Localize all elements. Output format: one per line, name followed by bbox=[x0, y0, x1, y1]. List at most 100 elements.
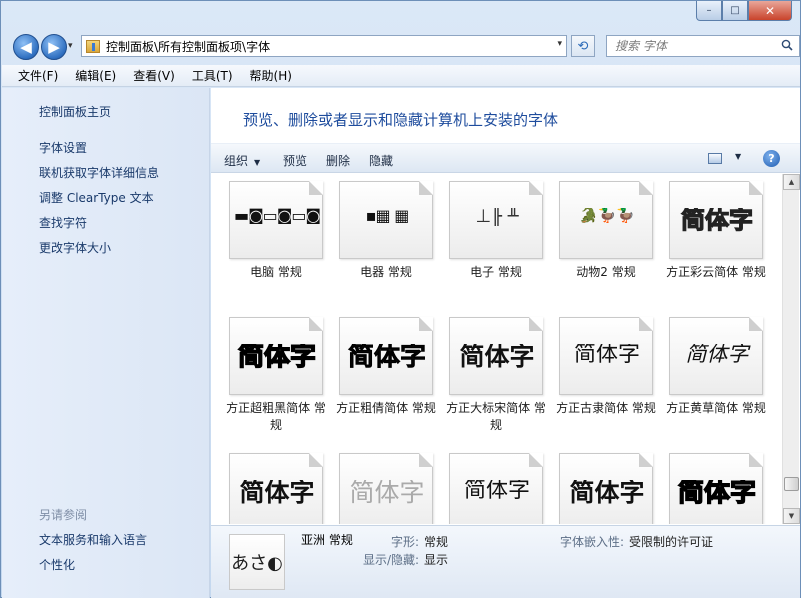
font-tile[interactable]: 简体字 方正大标宋简体 常规 bbox=[441, 310, 551, 444]
embeddability-value: 受限制的许可证 bbox=[629, 535, 714, 549]
see-also-heading: 另请参阅 bbox=[39, 508, 88, 522]
font-sample-text: 简体字 bbox=[677, 480, 756, 506]
close-button[interactable]: ✕ bbox=[748, 1, 792, 21]
page-fold bbox=[309, 317, 323, 331]
font-settings-link[interactable]: 字体设置 bbox=[39, 139, 87, 156]
menu-edit[interactable]: 编辑(E) bbox=[75, 67, 116, 84]
font-file-icon: 简体字 bbox=[229, 317, 323, 395]
scroll-up-arrow[interactable]: ▲ bbox=[783, 174, 800, 190]
organize-dropdown-icon: ▼ bbox=[254, 158, 261, 167]
font-name-label: 方正黄草简体 常规 bbox=[666, 401, 766, 415]
font-file-icon: 简体字 bbox=[449, 317, 543, 395]
address-bar[interactable]: 控制面板\所有控制面板项\字体 ▾ bbox=[81, 35, 567, 57]
font-sample-text: 简体字 bbox=[237, 344, 316, 370]
embeddability-label: 字体嵌入性: bbox=[560, 535, 625, 549]
main-content: 预览、删除或者显示和隐藏计算机上安装的字体 组织 ▼ 预览 删除 隐藏 ▼ ? ▬… bbox=[211, 88, 800, 598]
page-fold bbox=[749, 453, 763, 467]
menu-tools[interactable]: 工具(T) bbox=[192, 67, 233, 84]
font-sample-text: 简体字 bbox=[569, 480, 645, 505]
font-grid: ▬◙▭◙▭◙ 电脑 常规 ▪▦ ▦ 电器 常规 ⊥╟ ╨ 电子 常规 🐊🦆🦆 动物2 常规 简体… bbox=[211, 174, 782, 524]
recent-pages-dropdown-icon[interactable]: ▾ bbox=[68, 41, 73, 51]
forward-button[interactable]: ▶ bbox=[41, 34, 67, 60]
menu-file[interactable]: 文件(F) bbox=[18, 67, 58, 84]
find-character-link[interactable]: 查找字符 bbox=[39, 214, 87, 231]
page-fold bbox=[749, 181, 763, 195]
font-tile[interactable]: 简体字方正古隶简体 常规 bbox=[551, 310, 661, 444]
page-fold bbox=[529, 317, 543, 331]
scroll-down-arrow[interactable]: ▼ bbox=[783, 508, 800, 524]
preview-button[interactable]: 预览 bbox=[283, 152, 307, 169]
hide-button[interactable]: 隐藏 bbox=[369, 152, 393, 169]
font-file-icon: ▬◙▭◙▭◙ bbox=[229, 181, 323, 259]
font-tile[interactable]: 简体字方正黄草简体 常规 bbox=[661, 310, 771, 444]
maximize-button[interactable]: □ bbox=[722, 1, 748, 21]
font-tile[interactable]: 简体字 方正彩云简体 常规 bbox=[661, 174, 771, 308]
change-font-size-link[interactable]: 更改字体大小 bbox=[39, 239, 111, 256]
font-name-label: 电子 常规 bbox=[470, 265, 522, 279]
delete-button[interactable]: 删除 bbox=[326, 152, 350, 169]
font-name-label: 方正超粗黑简体 常规 bbox=[226, 401, 326, 432]
control-panel-home-link[interactable]: 控制面板主页 bbox=[39, 103, 111, 120]
font-tile[interactable]: 简体字 bbox=[221, 446, 331, 524]
font-tile[interactable]: 简体字 方正粗倩简体 常规 bbox=[331, 310, 441, 444]
font-tile[interactable]: 简体字方正超粗黑简体 常规 bbox=[221, 310, 331, 444]
address-dropdown-icon[interactable]: ▾ bbox=[557, 39, 562, 49]
scroll-thumb[interactable] bbox=[784, 477, 799, 491]
page-fold bbox=[309, 453, 323, 467]
font-tile[interactable]: 简体字 bbox=[551, 446, 661, 524]
font-tile[interactable]: ▬◙▭◙▭◙ 电脑 常规 bbox=[221, 174, 331, 308]
font-file-icon: 简体字 bbox=[669, 453, 763, 524]
text-services-link[interactable]: 文本服务和输入语言 bbox=[39, 531, 147, 548]
page-fold bbox=[529, 453, 543, 467]
font-tile[interactable]: 简体字 bbox=[331, 446, 441, 524]
menu-help[interactable]: 帮助(H) bbox=[250, 67, 292, 84]
font-tile[interactable]: 🐊🦆🦆 动物2 常规 bbox=[551, 174, 661, 308]
font-sample-text: 简体字 bbox=[680, 208, 753, 232]
back-button[interactable]: ◀ bbox=[13, 34, 39, 60]
page-title: 预览、删除或者显示和隐藏计算机上安装的字体 bbox=[243, 111, 559, 129]
font-sample-text: 简体字 bbox=[347, 344, 427, 370]
search-input[interactable] bbox=[615, 39, 765, 53]
font-name-label: 方正古隶简体 常规 bbox=[556, 401, 656, 415]
menu-view[interactable]: 查看(V) bbox=[133, 67, 175, 84]
visibility-label: 显示/隐藏: bbox=[363, 553, 420, 567]
font-sample-text: 简体字 bbox=[239, 480, 315, 505]
vertical-scrollbar[interactable]: ▲ ▼ bbox=[782, 174, 800, 524]
command-bar: 组织 ▼ 预览 删除 隐藏 ▼ ? bbox=[211, 143, 800, 173]
font-file-icon: 简体字 bbox=[339, 317, 433, 395]
organize-button[interactable]: 组织 ▼ bbox=[224, 152, 260, 169]
refresh-button[interactable]: ⟲ bbox=[571, 35, 595, 57]
personalization-link[interactable]: 个性化 bbox=[39, 556, 75, 573]
font-tile[interactable]: ⊥╟ ╨ 电子 常规 bbox=[441, 174, 551, 308]
minimize-button[interactable]: – bbox=[696, 1, 722, 21]
font-tile[interactable]: 简体字 bbox=[661, 446, 771, 524]
organize-label: 组织 bbox=[224, 154, 249, 168]
search-box[interactable] bbox=[606, 35, 800, 57]
search-icon[interactable] bbox=[781, 39, 793, 51]
font-sample-text: 简体字 bbox=[459, 344, 535, 369]
shape-label: 字形: bbox=[391, 535, 420, 549]
font-file-icon: 简体字 bbox=[339, 453, 433, 524]
font-file-icon: 简体字 bbox=[559, 317, 653, 395]
page-fold bbox=[639, 181, 653, 195]
font-name-label: 电脑 常规 bbox=[250, 265, 302, 279]
adjust-cleartype-link[interactable]: 调整 ClearType 文本 bbox=[39, 189, 154, 206]
font-file-icon: 简体字 bbox=[449, 453, 543, 524]
shape-value: 常规 bbox=[424, 535, 449, 549]
navigation-bar: ◀ ▶ ▾ 控制面板\所有控制面板项\字体 ▾ ⟲ bbox=[9, 33, 800, 60]
font-sample-text: 简体字 bbox=[573, 344, 640, 366]
font-tile[interactable]: 简体字 bbox=[441, 446, 551, 524]
view-options-dropdown-icon[interactable]: ▼ bbox=[735, 152, 741, 161]
font-tile[interactable]: ▪▦ ▦ 电器 常规 bbox=[331, 174, 441, 308]
font-sample-text: 🐊🦆🦆 bbox=[578, 208, 636, 223]
get-font-info-online-link[interactable]: 联机获取字体详细信息 bbox=[39, 164, 159, 181]
page-fold bbox=[749, 317, 763, 331]
font-file-icon: 简体字 bbox=[669, 181, 763, 259]
font-file-icon: 🐊🦆🦆 bbox=[559, 181, 653, 259]
font-sample-text: 简体字 bbox=[685, 344, 749, 365]
caption-buttons: – □ ✕ bbox=[696, 1, 792, 21]
help-icon[interactable]: ? bbox=[763, 150, 780, 167]
change-view-icon[interactable] bbox=[708, 153, 722, 164]
visibility-value: 显示 bbox=[424, 553, 449, 567]
details-pane: あさ◐ 亚洲 常规 字形: 常规 显示/隐藏: 显示 字体嵌入性: 受限制的许可… bbox=[211, 525, 800, 598]
